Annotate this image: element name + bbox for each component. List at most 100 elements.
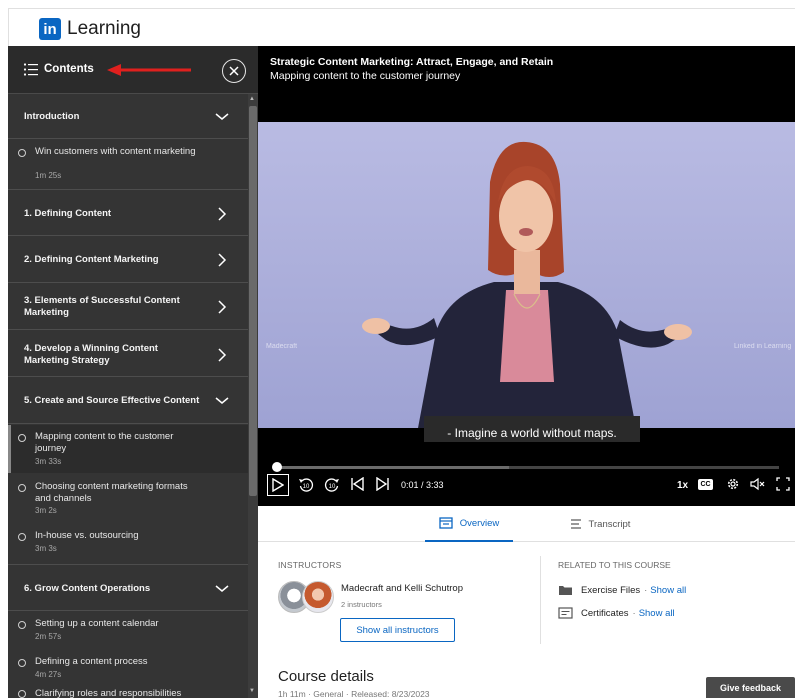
chapter-defining-content[interactable]: 1. Defining Content [8, 189, 248, 236]
instructor-count: 2 instructors [341, 600, 382, 609]
chevron-down-icon [215, 585, 229, 592]
course-title: Strategic Content Marketing: Attract, En… [270, 56, 554, 68]
contents-sidebar: Contents Introduction Win customers with… [8, 46, 258, 698]
scroll-down-icon[interactable]: ▼ [249, 688, 255, 694]
chapter-create-and-source-effective-content[interactable]: 5. Create and Source Effective Content [8, 377, 248, 424]
exercise-files-show-all-link[interactable]: Show all [650, 585, 686, 596]
lesson-status-icon [18, 659, 26, 667]
video-frame[interactable] [258, 122, 795, 428]
video-watermark-right: Linked in Learning [734, 343, 792, 350]
lesson-duration: 3m 3s [35, 544, 57, 553]
certificates-show-all-link[interactable]: Show all [639, 608, 675, 619]
tab-overview[interactable]: Overview [425, 506, 513, 542]
lesson-item[interactable]: In-house vs. outsourcing 3m 3s [8, 524, 248, 564]
chevron-down-icon [215, 397, 229, 404]
lesson-status-icon [18, 149, 26, 157]
instructor-names[interactable]: Madecraft and Kelli Schutrop [341, 583, 463, 594]
video-title: Mapping content to the customer journey [270, 70, 461, 82]
skip-back-button[interactable]: 10 [298, 477, 314, 493]
chapter-develop-winning-strategy[interactable]: 4. Develop a Winning Content Marketing S… [8, 330, 248, 377]
tab-overview-label: Overview [459, 517, 500, 529]
chapter-defining-content-marketing[interactable]: 2. Defining Content Marketing [8, 236, 248, 283]
lesson-item[interactable]: Clarifying roles and responsibilities [8, 686, 248, 698]
video-watermark-left: Madecraft [266, 343, 298, 350]
chevron-right-icon [218, 207, 227, 221]
lesson-duration: 3m 33s [35, 457, 62, 466]
contents-title: Contents [44, 63, 94, 75]
separator: · [632, 607, 636, 619]
fullscreen-icon [776, 477, 790, 491]
captions-button[interactable]: CC [698, 479, 713, 490]
skip-forward-label: 10 [329, 484, 336, 490]
chapter-grow-content-operations[interactable]: 6. Grow Content Operations [8, 564, 248, 611]
lesson-title: Clarifying roles and responsibilities [35, 688, 182, 698]
mute-button[interactable] [750, 477, 766, 496]
chapter-elements-of-successful-content-marketing[interactable]: 3. Elements of Successful Content Market… [8, 283, 248, 330]
progress-scrubber[interactable] [271, 462, 282, 472]
gear-icon [727, 478, 739, 490]
previous-button[interactable] [350, 476, 364, 496]
related-certificates: Certificates · Show all [558, 607, 675, 619]
linkedin-logo-icon: in [39, 18, 61, 40]
show-all-instructors-button[interactable]: Show all instructors [340, 618, 455, 642]
fullscreen-button[interactable] [776, 477, 790, 496]
brand-name: Learning [67, 18, 141, 39]
chevron-right-icon [218, 348, 227, 362]
settings-button[interactable] [726, 477, 740, 496]
lesson-item[interactable]: Defining a content process 4m 27s [8, 650, 248, 688]
lesson-status-icon [18, 484, 26, 492]
play-button[interactable] [267, 474, 289, 496]
video-caption: - Imagine a world without maps. [447, 426, 617, 440]
chevron-right-icon [218, 300, 227, 314]
progress-buffered [274, 466, 509, 469]
next-button[interactable] [376, 476, 390, 496]
section-divider [540, 556, 541, 644]
chapter-title: Introduction [24, 111, 80, 122]
close-contents-button[interactable] [222, 59, 246, 83]
lesson-title: Win customers with content marketing [35, 146, 196, 157]
chapter-title: 1. Defining Content [24, 208, 112, 219]
tab-transcript-label: Transcript [588, 518, 631, 530]
video-player[interactable]: Strategic Content Marketing: Attract, En… [258, 46, 795, 506]
related-label: Certificates [581, 607, 629, 619]
playback-speed-button[interactable]: 1x [677, 480, 688, 491]
transcript-icon [570, 519, 581, 529]
lesson-title: Choosing content marketing formats and c… [35, 481, 188, 504]
sidebar-scrollbar-thumb[interactable] [249, 106, 257, 496]
tab-transcript[interactable]: Transcript [560, 506, 640, 542]
top-header: in Learning [8, 8, 795, 46]
lesson-status-icon [18, 533, 26, 541]
lesson-title: In-house vs. outsourcing [35, 530, 139, 541]
instructors-heading: INSTRUCTORS [278, 560, 342, 570]
chapter-introduction[interactable]: Introduction [8, 94, 248, 139]
chapter-title: 3. Elements of Successful Content Market… [24, 295, 180, 318]
separator: · [644, 584, 648, 596]
lesson-status-icon [18, 690, 26, 698]
previous-icon [351, 476, 364, 492]
annotation-arrow-icon [107, 64, 191, 76]
lesson-duration: 2m 57s [35, 632, 62, 641]
skip-forward-10-icon: 10 [324, 478, 339, 492]
related-exercise-files: Exercise Files · Show all [558, 584, 686, 596]
lesson-status-icon [18, 621, 26, 629]
linkedin-learning-logo[interactable]: in Learning [39, 18, 141, 40]
overview-icon [439, 517, 453, 529]
lesson-title: Defining a content process [35, 656, 148, 667]
next-icon [376, 476, 389, 492]
scroll-up-icon[interactable]: ▲ [249, 96, 255, 102]
skip-back-label: 10 [303, 484, 310, 490]
presenter-image [362, 141, 692, 428]
skip-forward-button[interactable]: 10 [324, 477, 340, 493]
chapter-title: 6. Grow Content Operations [24, 583, 151, 594]
course-details-meta: 1h 11m · General · Released: 8/23/2023 [278, 689, 430, 698]
related-heading: RELATED TO THIS COURSE [558, 560, 671, 570]
avatar-kelli-schutrop[interactable] [302, 581, 334, 613]
contents-header: Contents [8, 46, 258, 94]
lesson-item[interactable]: Choosing content marketing formats and c… [8, 475, 248, 521]
give-feedback-button[interactable]: Give feedback [706, 677, 795, 698]
lesson-item[interactable]: Win customers with content marketing 1m … [8, 140, 248, 188]
lesson-item-current[interactable]: Mapping content to the customer journey … [8, 425, 248, 473]
lesson-item[interactable]: Setting up a content calendar 2m 57s [8, 612, 248, 650]
time-display: 0:01 / 3:33 [401, 480, 444, 490]
chapter-title: 4. Develop a Winning Content Marketing S… [24, 343, 158, 366]
